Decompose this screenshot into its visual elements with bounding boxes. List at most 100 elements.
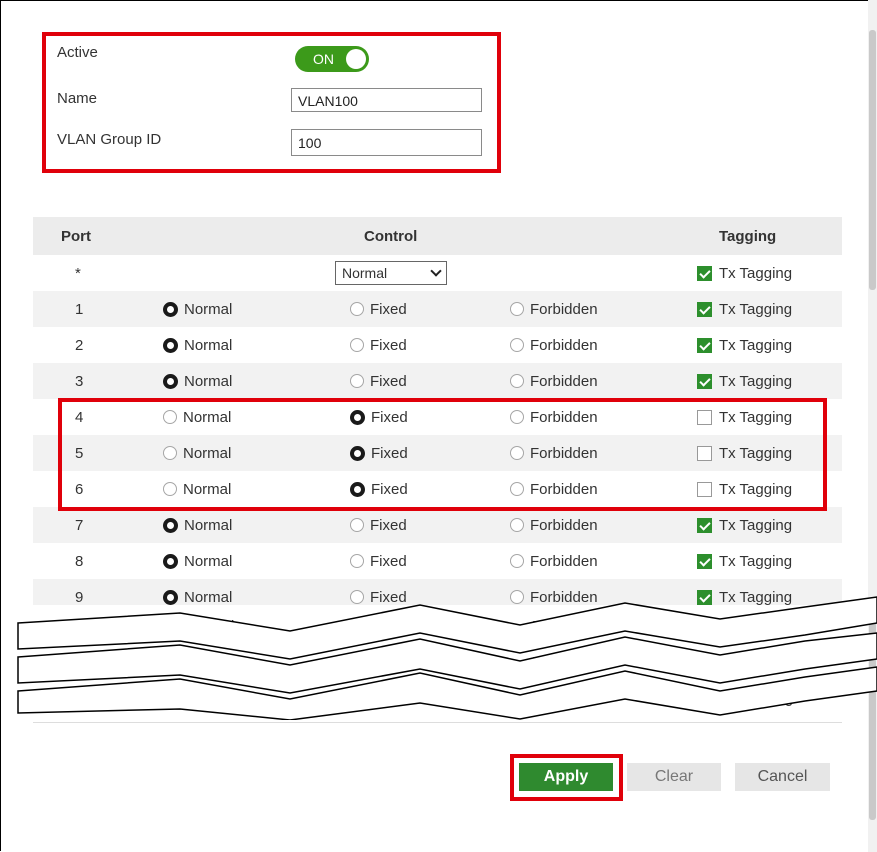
- radio-icon[interactable]: [510, 338, 524, 352]
- normal-label: Normal: [184, 552, 233, 570]
- radio-normal[interactable]: Normal: [163, 327, 232, 363]
- tx-tagging-checkbox[interactable]: Tx Tagging: [697, 327, 792, 363]
- radio-forbidden[interactable]: Forbidden: [510, 435, 598, 471]
- radio-icon[interactable]: [350, 445, 365, 461]
- radio-normal[interactable]: Normal: [163, 399, 231, 435]
- radio-icon[interactable]: [510, 482, 524, 496]
- tx-tagging-checkbox[interactable]: Tx Tagging: [697, 543, 792, 579]
- radio-icon[interactable]: [163, 553, 178, 569]
- clear-button[interactable]: Clear: [627, 763, 721, 791]
- tx-tagging-checkbox[interactable]: Tx Tagging: [697, 507, 792, 543]
- radio-fixed[interactable]: Fixed: [350, 435, 408, 471]
- radio-icon[interactable]: [163, 410, 177, 424]
- control-all-select[interactable]: Normal: [335, 261, 447, 285]
- fixed-label: Fixed: [370, 516, 407, 534]
- tx-tagging-label: Tx Tagging: [719, 516, 793, 534]
- fixed-label: Fixed: [370, 300, 407, 318]
- cancel-button[interactable]: Cancel: [735, 763, 830, 791]
- radio-icon[interactable]: [350, 409, 365, 425]
- radio-fixed[interactable]: Fixed: [350, 291, 407, 327]
- radio-icon[interactable]: [510, 410, 524, 424]
- radio-icon[interactable]: [163, 446, 177, 460]
- radio-icon[interactable]: [510, 446, 524, 460]
- scrollbar-thumb[interactable]: [869, 30, 876, 290]
- tx-tagging-all[interactable]: Tx Tagging: [697, 255, 792, 291]
- radio-forbidden[interactable]: Forbidden: [510, 543, 598, 579]
- radio-icon[interactable]: [163, 301, 178, 317]
- radio-icon[interactable]: [510, 374, 524, 388]
- tx-tagging-checkbox[interactable]: Tx Tagging: [697, 291, 792, 327]
- group-id-label: VLAN Group ID: [57, 131, 162, 148]
- normal-label: Normal: [184, 516, 233, 534]
- torn-break-graphic: NormalFixedForbiddenTx TaggingNormalFixe…: [17, 596, 877, 720]
- radio-fixed[interactable]: Fixed: [350, 471, 408, 507]
- radio-icon[interactable]: [350, 374, 364, 388]
- table-row: 8 Normal Fixed Forbidden Tx Tagging: [33, 543, 842, 579]
- radio-normal[interactable]: Normal: [163, 435, 231, 471]
- radio-normal[interactable]: Normal: [163, 363, 232, 399]
- radio-forbidden[interactable]: Forbidden: [510, 363, 598, 399]
- group-id-input[interactable]: 100: [291, 129, 482, 156]
- radio-forbidden[interactable]: Forbidden: [510, 507, 598, 543]
- checkbox-icon[interactable]: [697, 337, 712, 353]
- forbidden-label: Forbidden: [530, 516, 598, 534]
- checkbox-icon[interactable]: [697, 409, 712, 425]
- radio-icon[interactable]: [163, 482, 177, 496]
- tx-tagging-checkbox[interactable]: Tx Tagging: [697, 435, 792, 471]
- scrollbar[interactable]: [868, 0, 877, 852]
- radio-normal[interactable]: Normal: [163, 507, 232, 543]
- radio-forbidden[interactable]: Forbidden: [510, 327, 598, 363]
- table-row: 4 Normal Fixed Forbidden Tx Tagging: [33, 399, 842, 435]
- active-toggle[interactable]: ON: [295, 46, 369, 72]
- checkbox-icon[interactable]: [697, 481, 712, 497]
- radio-icon[interactable]: [350, 338, 364, 352]
- apply-button[interactable]: Apply: [519, 763, 613, 791]
- radio-forbidden[interactable]: Forbidden: [510, 471, 598, 507]
- normal-label: Normal: [183, 408, 232, 426]
- radio-forbidden[interactable]: Forbidden: [510, 399, 598, 435]
- radio-icon[interactable]: [163, 517, 178, 533]
- checkbox-icon[interactable]: [697, 373, 712, 389]
- radio-fixed[interactable]: Fixed: [350, 399, 408, 435]
- radio-fixed[interactable]: Fixed: [350, 363, 407, 399]
- tx-tagging-checkbox[interactable]: Tx Tagging: [697, 399, 792, 435]
- port-all: *: [75, 264, 81, 282]
- tx-tagging-checkbox[interactable]: Tx Tagging: [697, 471, 792, 507]
- toggle-knob: [346, 49, 366, 69]
- checkbox-icon[interactable]: [697, 301, 712, 317]
- tx-tagging-label: Tx Tagging: [719, 372, 793, 390]
- fixed-label: Fixed: [370, 336, 407, 354]
- port-number: 6: [75, 480, 84, 498]
- forbidden-label: Forbidden: [530, 480, 598, 498]
- radio-icon[interactable]: [350, 554, 364, 568]
- port-cell: 3: [75, 363, 83, 399]
- checkbox-icon[interactable]: [697, 553, 712, 569]
- radio-icon[interactable]: [163, 337, 178, 353]
- radio-forbidden[interactable]: Forbidden: [510, 291, 598, 327]
- radio-icon[interactable]: [510, 518, 524, 532]
- port-cell: 6: [75, 471, 83, 507]
- radio-fixed[interactable]: Fixed: [350, 327, 407, 363]
- radio-normal[interactable]: Normal: [163, 471, 231, 507]
- name-input[interactable]: VLAN100: [291, 88, 482, 112]
- tx-tagging-checkbox[interactable]: Tx Tagging: [697, 363, 792, 399]
- checkbox-icon[interactable]: [697, 517, 712, 533]
- table-row: 6 Normal Fixed Forbidden Tx Tagging: [33, 471, 842, 507]
- radio-icon[interactable]: [350, 518, 364, 532]
- radio-icon[interactable]: [350, 481, 365, 497]
- radio-icon[interactable]: [350, 302, 364, 316]
- checkbox-icon[interactable]: [697, 445, 712, 461]
- radio-icon[interactable]: [163, 373, 178, 389]
- fixed-label: Fixed: [370, 372, 407, 390]
- checkbox-icon[interactable]: [697, 265, 712, 281]
- tx-tagging-label: Tx Tagging: [719, 300, 793, 318]
- radio-icon[interactable]: [510, 302, 524, 316]
- radio-fixed[interactable]: Fixed: [350, 507, 407, 543]
- port-rows: 1 Normal Fixed Forbidden Tx Tagging 2 Normal Fi…: [33, 291, 842, 615]
- radio-fixed[interactable]: Fixed: [350, 543, 407, 579]
- port-cell: 7: [75, 507, 83, 543]
- radio-normal[interactable]: Normal: [163, 543, 232, 579]
- port-number: 7: [75, 516, 84, 534]
- radio-icon[interactable]: [510, 554, 524, 568]
- radio-normal[interactable]: Normal: [163, 291, 232, 327]
